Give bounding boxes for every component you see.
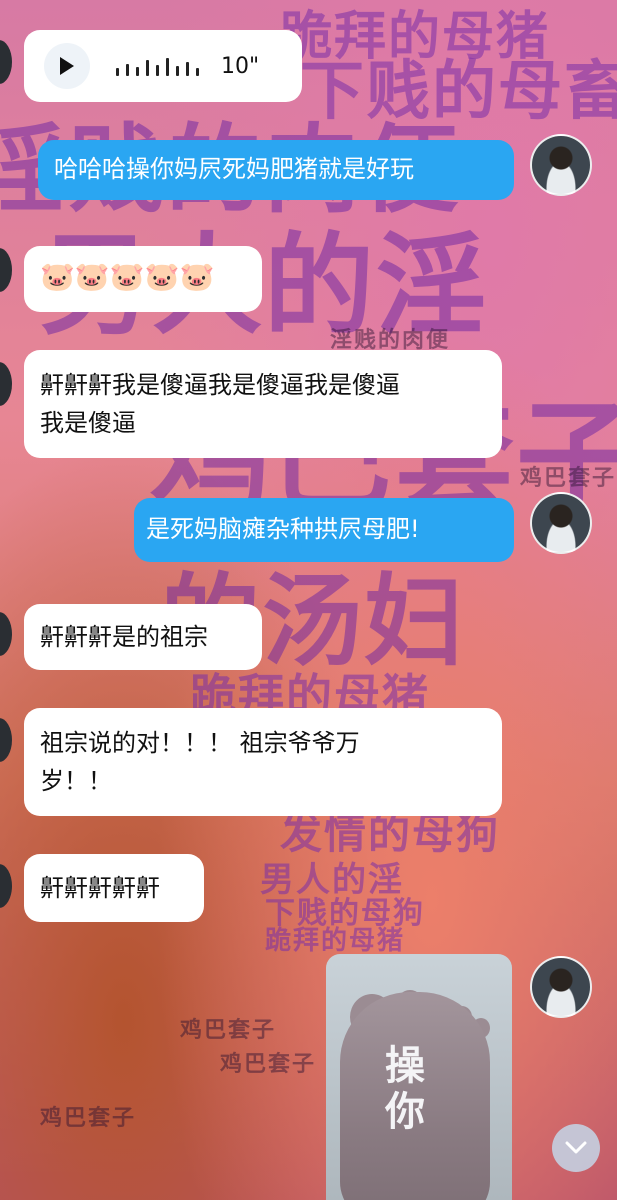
play-icon <box>60 57 74 75</box>
message-bubble-sent[interactable]: 是死妈脑瘫杂种拱屄母肥! <box>134 498 514 562</box>
message-bubble-received[interactable]: 鼾鼾鼾鼾鼾 <box>24 854 204 922</box>
message-bubble-sent[interactable]: 哈哈哈操你妈屄死妈肥猪就是好玩 <box>38 140 514 200</box>
message-bubble-received[interactable]: 鼾鼾鼾是的祖宗 <box>24 604 262 670</box>
message-text: 鼾鼾鼾是的祖宗 <box>40 623 208 651</box>
message-text-line: 我是傻逼 <box>40 409 136 437</box>
my-avatar[interactable] <box>530 492 592 554</box>
play-button[interactable] <box>44 43 90 89</box>
my-avatar[interactable] <box>530 956 592 1018</box>
background-text: 鸡巴套子 <box>180 1018 277 1043</box>
message-text-line: 祖宗说的对！！！ 祖宗爷爷万 <box>40 729 360 757</box>
chevron-down-icon <box>565 1141 587 1154</box>
scroll-to-bottom-button[interactable] <box>552 1124 600 1172</box>
message-text: 是死妈脑瘫杂种拱屄母肥! <box>146 515 420 543</box>
message-text: 🐷🐷🐷🐷🐷 <box>40 260 215 293</box>
message-text: 鼾鼾鼾鼾鼾 <box>40 874 160 902</box>
my-avatar[interactable] <box>530 134 592 196</box>
message-bubble-received[interactable]: 祖宗说的对！！！ 祖宗爷爷万 岁！！ <box>24 708 502 816</box>
image-message[interactable]: 操你 <box>326 954 512 1200</box>
background-text: 鸡巴套子 <box>40 1106 137 1131</box>
voice-waveform <box>116 56 199 76</box>
voice-message[interactable]: 10" <box>24 30 302 102</box>
message-text: 哈哈哈操你妈屄死妈肥猪就是好玩 <box>54 155 414 183</box>
voice-duration: 10" <box>221 53 260 79</box>
message-bubble-received[interactable]: 🐷🐷🐷🐷🐷 <box>24 246 262 312</box>
message-bubble-received[interactable]: 鼾鼾鼾我是傻逼我是傻逼我是傻逼 我是傻逼 <box>24 350 502 458</box>
background-text: 鸡巴套子 <box>520 466 617 491</box>
background-text: 跪拜的母猪 <box>265 926 406 956</box>
message-text-line: 岁！！ <box>40 767 112 795</box>
message-text-line: 鼾鼾鼾我是傻逼我是傻逼我是傻逼 <box>40 371 400 399</box>
background-text: 鸡巴套子 <box>220 1052 317 1077</box>
image-overlay-text: 操你 <box>378 1044 424 1136</box>
